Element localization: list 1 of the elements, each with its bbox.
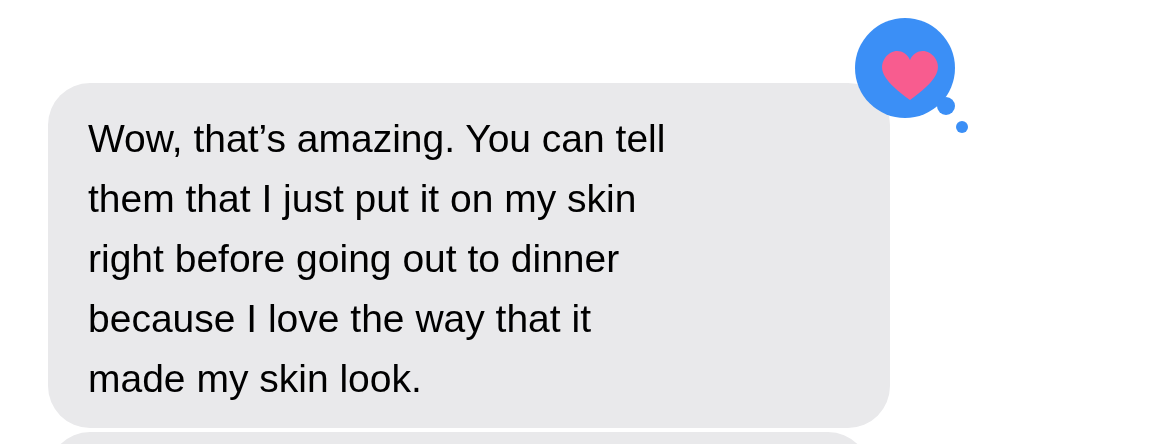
message-text: Wow, that’s amazing. You can tell them that I just put it on my skin right before going out to dinner because I love the way that it made my skin look.: [88, 116, 667, 402]
